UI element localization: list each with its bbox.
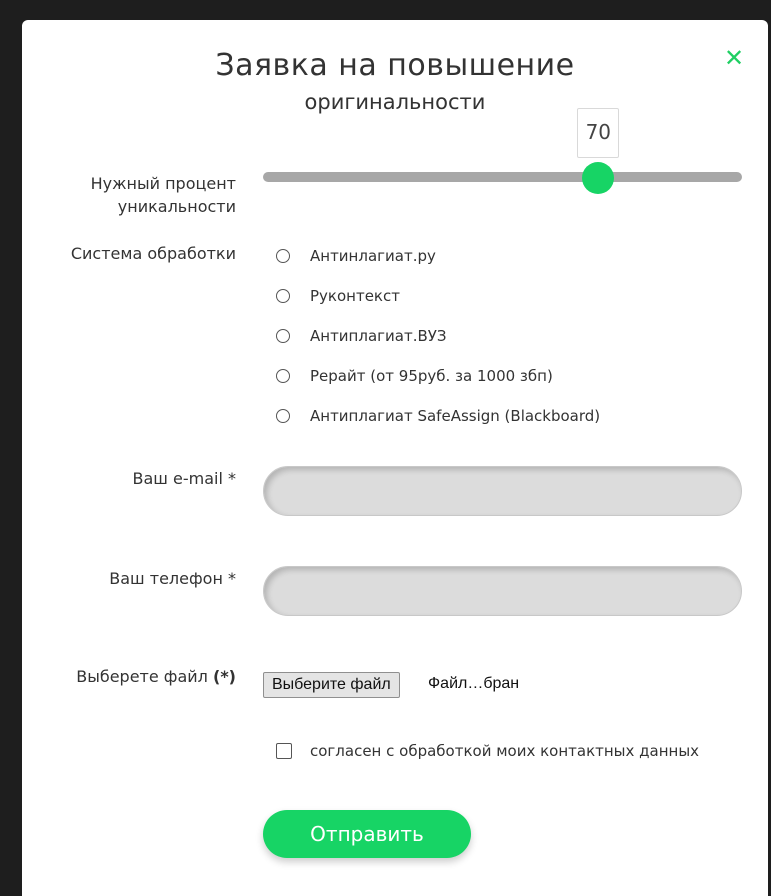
radio-circle-icon[interactable] [276, 289, 290, 303]
email-label: Ваш e-mail * [132, 469, 237, 488]
radio-label: Антиплагиат.ВУЗ [310, 327, 447, 345]
phone-field[interactable] [263, 566, 742, 616]
radio-label: Рерайт (от 95руб. за 1000 збп) [310, 367, 553, 385]
radio-label: Руконтекст [310, 287, 400, 305]
radio-circle-icon[interactable] [276, 369, 290, 383]
file-label-text: Выберете файл [76, 667, 208, 686]
uniqueness-value: 70 [577, 108, 620, 158]
uniqueness-slider-thumb[interactable] [582, 162, 615, 194]
system-label: Система обработки [70, 244, 236, 263]
uniqueness-slider-track[interactable] [263, 172, 742, 182]
radio-antiplagiat-vuz[interactable]: Антиплагиат.ВУЗ [276, 324, 447, 348]
radio-safeassign[interactable]: Антиплагиат SafeAssign (Blackboard) [276, 404, 600, 428]
radio-rucontext[interactable]: Руконтекст [276, 284, 400, 308]
file-status: Файл…бран [428, 675, 520, 692]
modal-title: Заявка на повышение [215, 48, 575, 83]
radio-label: Антиплагиат SafeAssign (Blackboard) [310, 407, 601, 425]
modal-subtitle: оригинальности [304, 90, 486, 114]
radio-circle-icon[interactable] [276, 409, 290, 423]
radio-label: Антинлагиат.ру [310, 247, 436, 265]
uniqueness-label: Нужный процент уникальности [90, 174, 236, 216]
file-required-mark: (*) [213, 667, 236, 686]
radio-circle-icon[interactable] [276, 329, 290, 343]
phone-label: Ваш телефон * [109, 569, 236, 588]
submit-button[interactable]: Отправить [263, 810, 471, 858]
request-modal: Заявка на повышение оригинальности ✕ Нуж… [22, 20, 768, 896]
consent-checkbox[interactable] [276, 743, 292, 759]
close-icon[interactable]: ✕ [722, 46, 746, 70]
email-field[interactable] [263, 466, 742, 516]
radio-rewrite[interactable]: Рерайт (от 95руб. за 1000 збп) [276, 364, 553, 388]
consent-row[interactable]: согласен с обработкой моих контактных да… [276, 742, 699, 760]
radio-circle-icon[interactable] [276, 249, 290, 263]
consent-label: согласен с обработкой моих контактных да… [310, 742, 700, 760]
file-label: Выберете файл (*) [76, 665, 236, 688]
radio-antiplagiat-ru[interactable]: Антинлагиат.ру [276, 244, 436, 268]
choose-file-button[interactable]: Выберите файл [263, 672, 400, 698]
